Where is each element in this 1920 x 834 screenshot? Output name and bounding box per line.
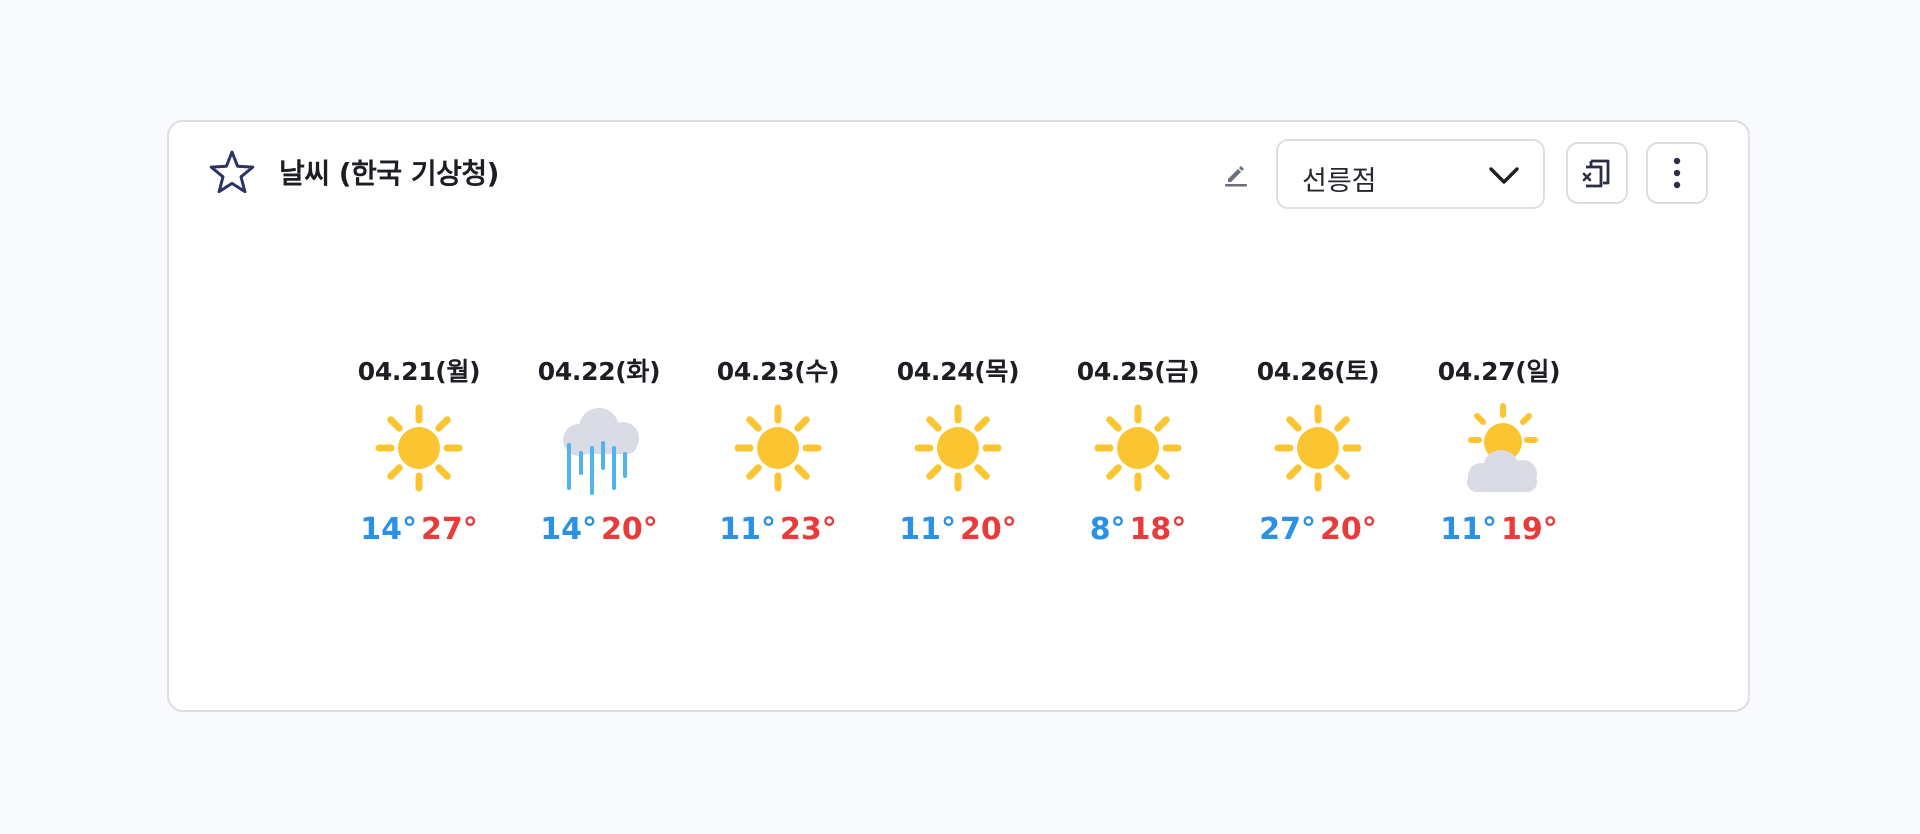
high-temp: 23° bbox=[780, 512, 837, 547]
low-temp: 11° bbox=[899, 512, 956, 547]
export-button[interactable] bbox=[1566, 142, 1628, 204]
location-select-value: 선릉점 bbox=[1302, 166, 1377, 197]
more-vertical-icon bbox=[1673, 157, 1681, 189]
location-select[interactable]: 선릉점 bbox=[1276, 139, 1545, 209]
forecast-day: 04.22(화) 14° 20° bbox=[519, 352, 679, 547]
high-temp: 20° bbox=[960, 512, 1017, 547]
forecast-day: 04.25(금) 8° 18° bbox=[1058, 352, 1218, 547]
forecast-temps: 14° 20° bbox=[519, 512, 679, 547]
low-temp: 14° bbox=[540, 512, 597, 547]
weather-widget: 날씨 (한국 기상청) 선릉점 04.21(월) 14° 27° 04.22(화… bbox=[167, 120, 1750, 712]
forecast-day: 04.21(월) 14° 27° bbox=[339, 352, 499, 547]
low-temp: 11° bbox=[719, 512, 776, 547]
low-temp: 27° bbox=[1259, 512, 1316, 547]
forecast-date: 04.21(월) bbox=[357, 357, 481, 386]
forecast-temps: 11° 23° bbox=[698, 512, 858, 547]
forecast-temps: 27° 20° bbox=[1238, 512, 1398, 547]
forecast-date: 04.27(일) bbox=[1437, 357, 1561, 386]
more-options-button[interactable] bbox=[1646, 142, 1708, 204]
sun-icon bbox=[914, 404, 1002, 492]
forecast-temps: 14° 27° bbox=[339, 512, 499, 547]
forecast-day: 04.23(수) 11° 23° bbox=[698, 352, 858, 547]
forecast-temps: 8° 18° bbox=[1058, 512, 1218, 547]
sun-icon bbox=[1274, 404, 1362, 492]
low-temp: 11° bbox=[1440, 512, 1497, 547]
high-temp: 20° bbox=[601, 512, 658, 547]
forecast-day: 04.24(목) 11° 20° bbox=[878, 352, 1038, 547]
sun-icon bbox=[734, 404, 822, 492]
high-temp: 19° bbox=[1501, 512, 1558, 547]
edit-icon[interactable] bbox=[1219, 158, 1251, 190]
low-temp: 8° bbox=[1089, 512, 1126, 547]
forecast-date: 04.24(목) bbox=[896, 357, 1020, 386]
high-temp: 20° bbox=[1320, 512, 1377, 547]
rain-cloud-icon bbox=[563, 408, 639, 495]
widget-title: 날씨 (한국 기상청) bbox=[279, 157, 499, 190]
forecast-date: 04.23(수) bbox=[716, 357, 840, 386]
forecast-day: 04.27(일) 11° 19° bbox=[1419, 352, 1579, 547]
export-icon bbox=[1582, 159, 1610, 188]
sun-icon bbox=[375, 404, 463, 492]
forecast-temps: 11° 20° bbox=[878, 512, 1038, 547]
forecast-day: 04.26(토) 27° 20° bbox=[1238, 352, 1398, 547]
low-temp: 14° bbox=[360, 512, 417, 547]
sun-icon bbox=[1094, 404, 1182, 492]
star-icon[interactable] bbox=[207, 148, 257, 198]
forecast-temps: 11° 19° bbox=[1419, 512, 1579, 547]
forecast-date: 04.26(토) bbox=[1256, 357, 1380, 386]
forecast-list: 04.21(월) 14° 27° 04.22(화) 14° 20° 04.23(… bbox=[169, 352, 1748, 572]
high-temp: 18° bbox=[1129, 512, 1187, 547]
high-temp: 27° bbox=[421, 512, 478, 547]
forecast-date: 04.25(금) bbox=[1076, 357, 1200, 386]
chevron-down-icon bbox=[1489, 167, 1519, 184]
forecast-date: 04.22(화) bbox=[537, 357, 661, 386]
partly-cloudy-icon bbox=[1467, 403, 1538, 492]
